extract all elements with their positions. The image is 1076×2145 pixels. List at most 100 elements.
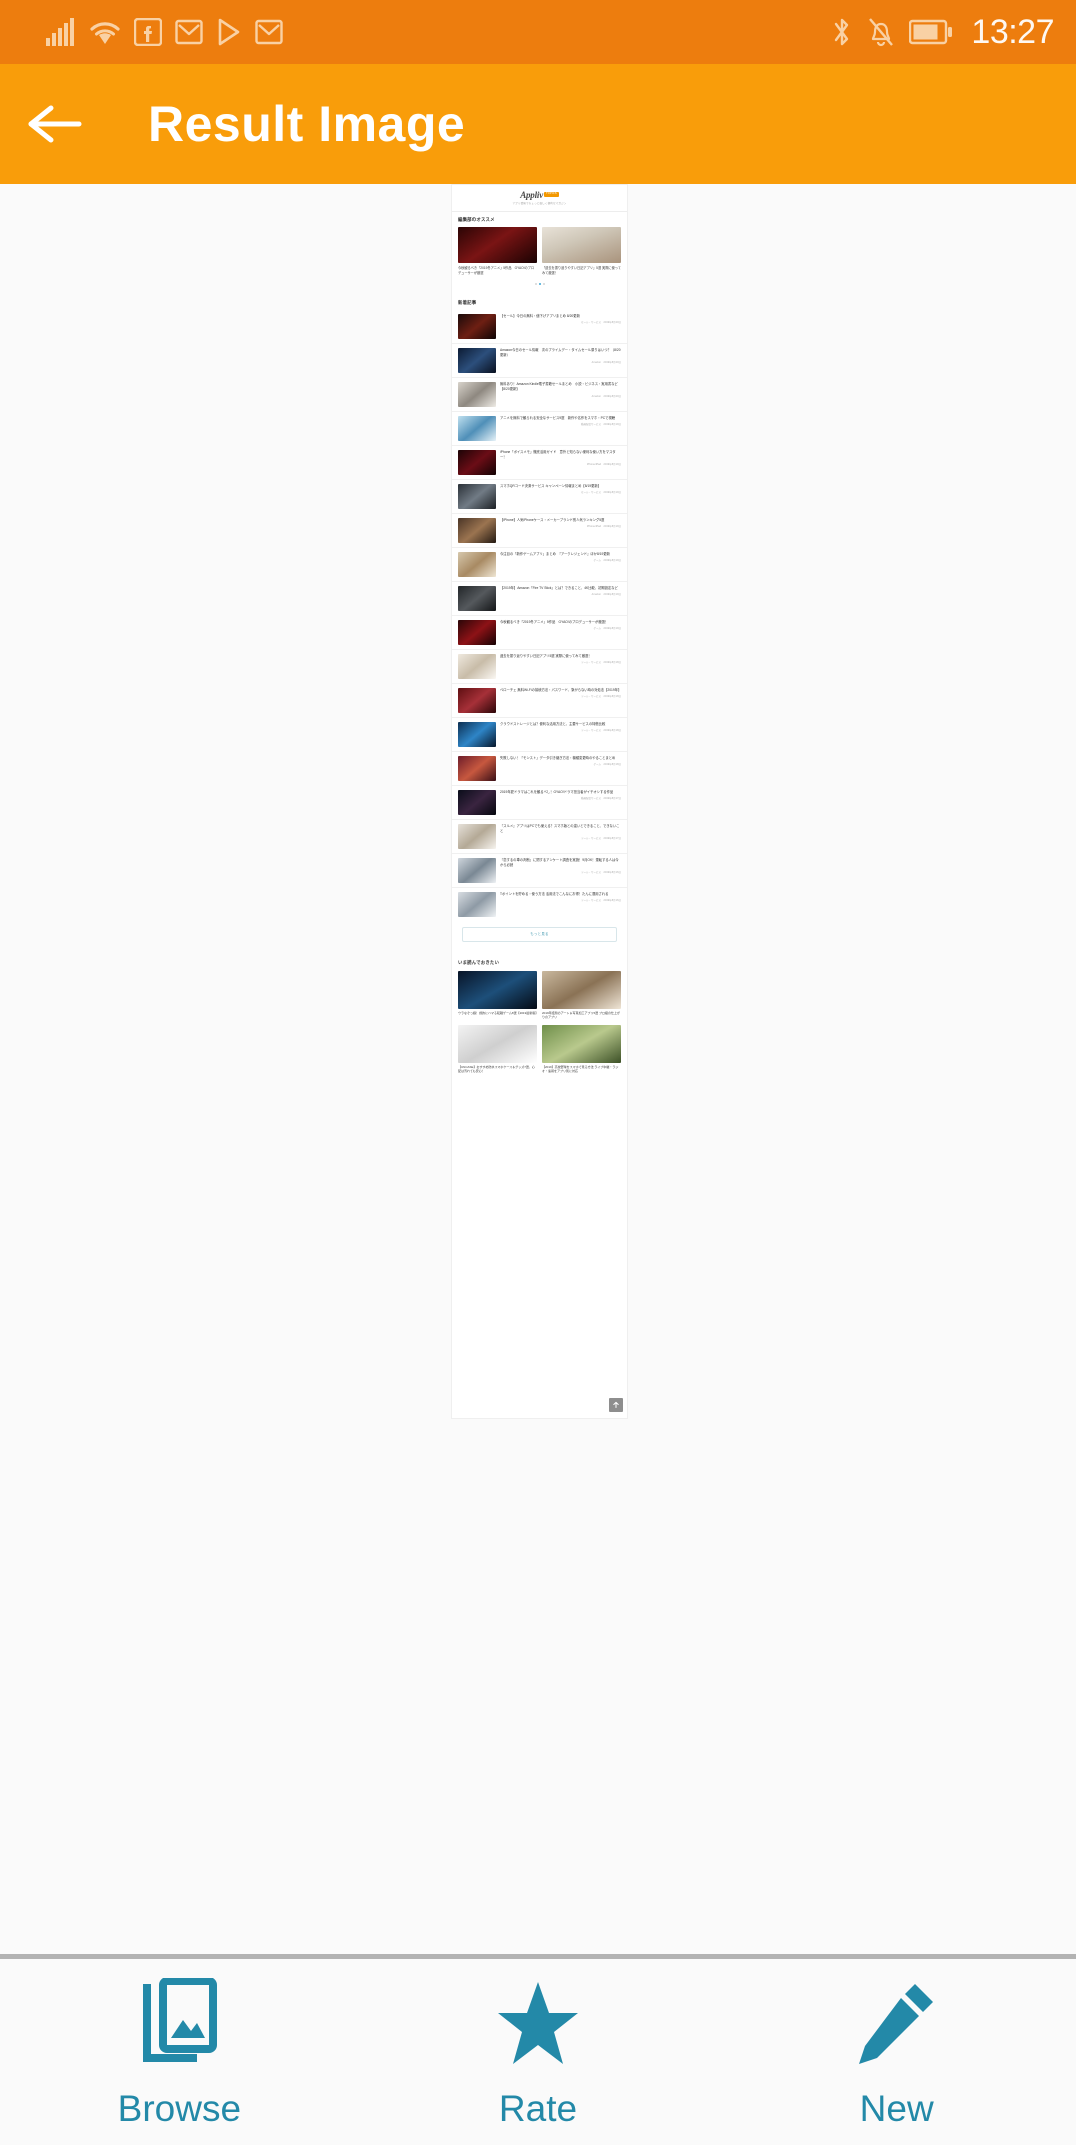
- editor-picks-section: 編集部のオススメ 今秋観るべき「2019冬アニメ」5作品 GYAO!のプロデュー…: [452, 212, 627, 291]
- read-now-card[interactable]: 2019年話題のアート＆写真加工アプリ5選 プロ級の仕上がりのアプリ: [542, 970, 621, 1020]
- editor-pick-card[interactable]: 今秋観るべき「2019冬アニメ」5作品 GYAO!のプロデューサーが厳選: [458, 227, 537, 276]
- gallery-icon: [143, 1977, 218, 2062]
- article-title: 『恋するの車の判断』に関するアンケート調査を実施！9月OK！運転する人は今から必…: [500, 858, 619, 868]
- article-meta: ゲーム 2019年8月19日: [593, 559, 621, 563]
- article-thumbnail: [458, 654, 496, 680]
- article-row[interactable]: Tポイントを貯める・使う方法 活用法でこんなにお得！たんに運用される ツール・サー…: [452, 887, 627, 921]
- article-meta: セール・サービス 2019年8月19日: [581, 491, 621, 495]
- read-now-grid: ウラなぞっ娘！劇的にハマる転職ゲーム8選【2019最新版】 2019年話題のアート…: [452, 970, 627, 1081]
- read-now-thumbnail: [542, 970, 621, 1009]
- status-bar-clock: 13:27: [971, 13, 1054, 51]
- article-row[interactable]: スマホQRコード決済サービス キャンペーン情報まとめ【8/19更新】セール・サー…: [452, 479, 627, 513]
- article-row[interactable]: 今秋観るべき「2019冬アニメ」5作品 GYAO!のプロデューサーが厳選！ ゲーム…: [452, 615, 627, 649]
- article-title: iPhone「ボイスメモ」徹底活用ガイド 意外と知らない便利な使い方をマスター！: [500, 450, 616, 460]
- article-body: クラウドストレージとは？便利な活用方法と、主要サービスの特徴比較 ツール・サービス…: [500, 722, 621, 733]
- article-row[interactable]: 無料あり！Amazon Kindle電子書籍セールまとめ 小説・ビジネス・実用書…: [452, 377, 627, 411]
- article-title: ベローチェ 無料Wi-Fiの接続方法・パスワード、繋がらない時の対処法【2019…: [500, 688, 622, 693]
- wifi-icon: [90, 22, 120, 44]
- editor-pick-card[interactable]: 「過去を振り返りやすい日記アプリ」5選 実際に使ってみて厳選！: [542, 227, 621, 276]
- article-thumbnail: [458, 518, 496, 544]
- article-row[interactable]: 失敗しない！「モンスト」データ引き継ぎ方法・機種変更時のやることまとめ ゲーム 2…: [452, 751, 627, 785]
- article-meta: ツール・サービス 2019年8月17日: [581, 836, 621, 840]
- article-row[interactable]: 【iPhone】人気iPhoneケース・メーカーブランド別人気ランキング5選 iP…: [452, 513, 627, 547]
- scroll-to-top-icon: [613, 1401, 619, 1408]
- page-title: Result Image: [148, 96, 466, 152]
- facebook-icon: [134, 18, 162, 46]
- article-title: アニメを無料で観られる安全なサービス9選 新作や名作をスマホ・PCで視聴: [500, 416, 616, 421]
- article-row[interactable]: 2019年夏ドラマはこれを観るべし！GYAO!ドラマ担当者がイチオシする作品 動画…: [452, 785, 627, 819]
- article-row[interactable]: アニメを無料で観られる安全なサービス9選 新作や名作をスマホ・PCで視聴動画配信…: [452, 411, 627, 445]
- article-row[interactable]: クラウドストレージとは？便利な活用方法と、主要サービスの特徴比較 ツール・サービス…: [452, 717, 627, 751]
- read-now-card[interactable]: ウラなぞっ娘！劇的にハマる転職ゲーム8選【2019最新版】: [458, 970, 539, 1020]
- article-title: 『スルメ』アプリはPCでも使える？スマホ版との違いとできること、できないこと: [500, 824, 620, 834]
- play-store-icon: [218, 18, 240, 46]
- carousel-dots[interactable]: [452, 280, 627, 291]
- read-now-thumbnail: [542, 1024, 621, 1063]
- article-thumbnail: [458, 892, 496, 918]
- article-title: 無料あり！Amazon Kindle電子書籍セールまとめ 小説・ビジネス・実用書…: [500, 382, 618, 392]
- scroll-to-top-button[interactable]: [609, 1398, 623, 1412]
- read-now-thumbnail: [458, 1024, 537, 1063]
- article-meta: ゲーム 2019年8月19日: [593, 627, 621, 631]
- article-thumbnail: [458, 688, 496, 714]
- article-row[interactable]: iPhone「ボイスメモ」徹底活用ガイド 意外と知らない便利な使い方をマスター！…: [452, 445, 627, 479]
- carousel-dot[interactable]: [534, 282, 537, 285]
- more-button[interactable]: もっと見る: [462, 927, 617, 943]
- nav-item-browse[interactable]: Browse: [0, 1959, 359, 2145]
- notifications-muted-icon: [869, 18, 894, 47]
- battery-icon: [909, 19, 953, 45]
- status-bar: 13:27: [0, 0, 1076, 64]
- article-body: 過去を振り返りやすい日記アプリ5選 実際に使ってみて厳選！ ツール・サービス 20…: [500, 654, 621, 665]
- editor-picks-row: 今秋観るべき「2019冬アニメ」5作品 GYAO!のプロデューサーが厳選 「過去…: [452, 227, 627, 280]
- read-now-text: 2019年話題のアート＆写真加工アプリ5選 プロ級の仕上がりのアプリ: [542, 1010, 620, 1020]
- carousel-dot[interactable]: [542, 282, 545, 285]
- site-header: Appliv TOPICS アプリ情報でちょっと楽しく便利なマガジン: [452, 185, 627, 212]
- article-row[interactable]: 今注目の「新作ゲームアプリ」まとめ 『アークレジェンド』ほか8/19更新ゲーム …: [452, 547, 627, 581]
- article-body: 2019年夏ドラマはこれを観るべし！GYAO!ドラマ担当者がイチオシする作品 動画…: [500, 790, 621, 801]
- article-title: スマホQRコード決済サービス キャンペーン情報まとめ【8/19更新】: [500, 484, 602, 489]
- site-logo-badge: TOPICS: [544, 191, 559, 198]
- article-title: 【2019年】Amazon「Fire TV Stick」とは？できること、4K比…: [500, 586, 618, 591]
- article-row[interactable]: ベローチェ 無料Wi-Fiの接続方法・パスワード、繋がらない時の対処法【2019…: [452, 683, 627, 717]
- result-image-canvas[interactable]: Appliv TOPICS アプリ情報でちょっと楽しく便利なマガジン 編集部のオ…: [0, 184, 1076, 1956]
- article-meta: Amazon 2019年8月19日: [591, 593, 621, 597]
- article-row[interactable]: 【セール】今日の無料・値下げアプリまとめ 8/20更新 セール・サービス 2019…: [452, 310, 627, 343]
- article-row[interactable]: 『恋するの車の判断』に関するアンケート調査を実施！9月OK！運転する人は今から必…: [452, 853, 627, 887]
- article-title: Amazon今日のセール情報 次のプライムデー・タイムセール祭りはいつ？（8/2…: [500, 348, 621, 358]
- app-bar: Result Image: [0, 64, 1076, 184]
- star-icon: [498, 1981, 578, 2064]
- editor-picks-title: 編集部のオススメ: [458, 217, 495, 222]
- back-button[interactable]: [0, 64, 110, 184]
- article-thumbnail: [458, 552, 496, 578]
- read-now-card[interactable]: 【2019】高校野球をスマホで見る方法 ライブ中継・ラジオ・速報をアプリ別に対応: [542, 1024, 621, 1074]
- article-row[interactable]: 【2019年】Amazon「Fire TV Stick」とは？できること、4K比…: [452, 581, 627, 615]
- article-row[interactable]: 過去を振り返りやすい日記アプリ5選 実際に使ってみて厳選！ ツール・サービス 20…: [452, 649, 627, 683]
- more-button-wrap: もっと見る: [452, 921, 627, 952]
- bluetooth-icon: [835, 18, 849, 46]
- article-body: アニメを無料で観られる安全なサービス9選 新作や名作をスマホ・PCで視聴動画配信…: [500, 416, 621, 427]
- article-meta: ツール・サービス 2019年8月18日: [581, 729, 621, 733]
- gmail-icon: [175, 19, 203, 45]
- nav-item-rate[interactable]: Rate: [359, 1959, 718, 2145]
- nav-item-new[interactable]: New: [717, 1959, 1076, 2145]
- article-body: 『スルメ』アプリはPCでも使える？スマホ版との違いとできること、できないことツー…: [500, 824, 621, 840]
- status-bar-right-icons: 13:27: [831, 15, 1054, 49]
- article-body: 失敗しない！「モンスト」データ引き継ぎ方法・機種変更時のやることまとめ ゲーム 2…: [500, 756, 621, 767]
- article-thumbnail: [458, 314, 496, 340]
- article-body: Amazon今日のセール情報 次のプライムデー・タイムセール祭りはいつ？（8/2…: [500, 348, 621, 364]
- article-row[interactable]: Amazon今日のセール情報 次のプライムデー・タイムセール祭りはいつ？（8/2…: [452, 343, 627, 377]
- article-thumbnail: [458, 450, 496, 476]
- nav-label-browse: Browse: [117, 2087, 242, 2129]
- result-image-preview[interactable]: Appliv TOPICS アプリ情報でちょっと楽しく便利なマガジン 編集部のオ…: [452, 185, 627, 1418]
- article-thumbnail: [458, 348, 496, 374]
- read-now-card[interactable]: 【UNCASE】おすすめ防水スマホケース＆グッズ7選、心配は汚れても安心！: [458, 1024, 537, 1074]
- read-now-text: ウラなぞっ娘！劇的にハマる転職ゲーム8選【2019最新版】: [458, 1010, 539, 1015]
- article-row[interactable]: 『スルメ』アプリはPCでも使える？スマホ版との違いとできること、できないことツー…: [452, 819, 627, 853]
- article-meta: 動画配信サービス 2019年8月19日: [581, 423, 621, 427]
- article-title: 今注目の「新作ゲームアプリ」まとめ 『アークレジェンド』ほか8/19更新: [500, 552, 610, 557]
- signal-icon: [46, 18, 74, 46]
- article-title: Tポイントを貯める・使う方法 活用法でこんなにお得！たんに運用される: [500, 892, 609, 897]
- article-body: 【セール】今日の無料・値下げアプリまとめ 8/20更新 セール・サービス 2019…: [500, 314, 621, 325]
- carousel-dot-active[interactable]: [538, 282, 541, 285]
- read-now-thumbnail: [458, 970, 537, 1009]
